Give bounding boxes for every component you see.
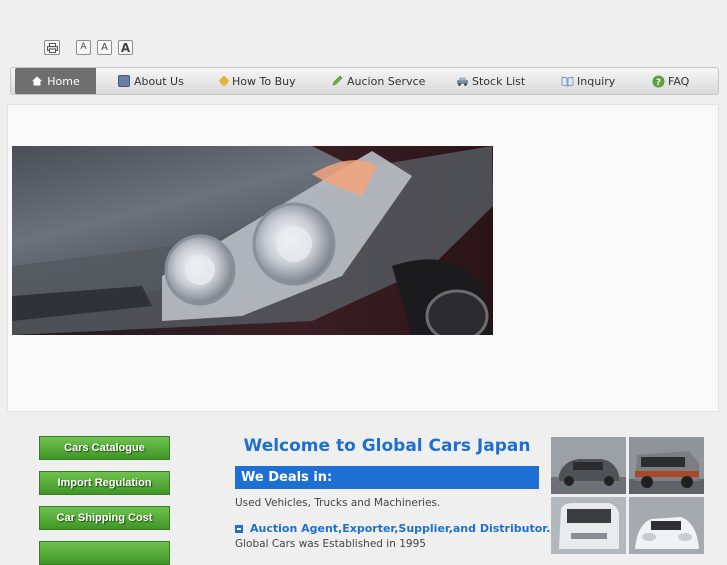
car-thumbnail[interactable]	[551, 497, 626, 554]
nav-faq[interactable]: ? FAQ	[652, 68, 689, 94]
services-line: Auction Agent,Exporter,Supplier,and Dist…	[235, 522, 550, 535]
deals-text: Used Vehicles, Trucks and Machineries.	[235, 497, 441, 509]
nav-about-us-label: About Us	[134, 74, 184, 88]
car-icon	[456, 75, 468, 87]
services-text: Auction Agent,Exporter,Supplier,and Dist…	[250, 522, 551, 535]
car-thumbnail[interactable]	[629, 437, 704, 494]
nav-home-label: Home	[47, 74, 80, 88]
about-icon	[118, 75, 130, 87]
car-shipping-cost-button[interactable]: Car Shipping Cost	[39, 506, 170, 530]
font-size-small-button[interactable]: A	[76, 40, 91, 55]
book-icon	[561, 75, 574, 87]
deals-heading: We Deals in:	[235, 466, 539, 489]
bullet-icon	[235, 524, 243, 533]
nav-how-to-buy[interactable]: How To Buy	[218, 68, 296, 94]
nav-stock-list-label: Stock List	[472, 74, 526, 88]
home-icon	[31, 75, 43, 87]
question-icon: ?	[652, 75, 665, 88]
welcome-title: Welcome to Global Cars Japan	[243, 436, 531, 456]
main-navigation: Home About Us How To Buy Aucion Servce S…	[10, 67, 719, 95]
pen-icon	[331, 75, 343, 87]
svg-text:?: ?	[656, 78, 661, 88]
nav-about-us[interactable]: About Us	[118, 68, 184, 94]
tag-icon	[218, 75, 230, 87]
font-size-large-button[interactable]: A	[118, 40, 133, 55]
nav-stock-list[interactable]: Stock List	[456, 68, 525, 94]
font-size-medium-button[interactable]: A	[97, 40, 112, 55]
nav-auction-service[interactable]: Aucion Servce	[331, 68, 425, 94]
nav-inquiry-label: Inquiry	[577, 74, 616, 88]
nav-how-to-buy-label: How To Buy	[232, 74, 296, 88]
cars-catalogue-button[interactable]: Cars Catalogue	[39, 436, 170, 460]
nav-home[interactable]: Home	[15, 68, 96, 94]
nav-faq-label: FAQ	[668, 74, 690, 88]
nav-inquiry[interactable]: Inquiry	[561, 68, 615, 94]
print-icon[interactable]	[44, 40, 60, 55]
banner-car-headlight-image	[12, 146, 493, 335]
car-thumbnail[interactable]	[551, 437, 626, 494]
established-text: Global Cars was Established in 1995	[235, 538, 426, 550]
import-regulation-button[interactable]: Import Regulation	[39, 471, 170, 495]
nav-auction-service-label: Aucion Servce	[347, 74, 426, 88]
car-thumbnail[interactable]	[629, 497, 704, 554]
